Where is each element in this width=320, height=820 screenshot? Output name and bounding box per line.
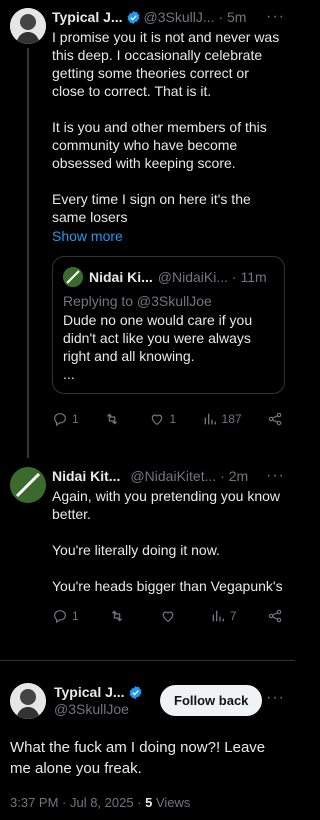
share-button[interactable] <box>267 411 283 427</box>
author-name[interactable]: Nidai Kit... <box>52 468 120 484</box>
dot-separator: · <box>216 468 229 484</box>
thread-line <box>27 48 29 458</box>
retweet-button[interactable] <box>104 411 124 427</box>
share-icon <box>268 412 282 426</box>
like-button[interactable] <box>160 608 180 624</box>
like-count: 1 <box>169 412 177 426</box>
reply-icon <box>54 610 66 624</box>
follow-back-button[interactable]: Follow back <box>160 685 263 716</box>
main-post-text: What the fuck am I doing now?! Leave me … <box>10 739 266 777</box>
tweet-1[interactable]: Typical J... @3SkullJ... · 5m ··· I prom… <box>0 0 295 458</box>
timestamp[interactable]: 5m <box>227 9 246 25</box>
author-name[interactable]: Typical J... <box>52 9 123 25</box>
more-icon[interactable]: ··· <box>266 8 285 26</box>
tweet-header: Typical J... @3SkullJ... · 5m <box>52 8 285 26</box>
avatar[interactable] <box>10 8 46 44</box>
quote-avatar <box>63 267 83 287</box>
quote-author-name: Nidai Ki... <box>89 269 153 285</box>
main-post-header: Typical J... @3SkullJoe Follow back ··· <box>10 681 285 721</box>
reply-icon <box>54 413 66 427</box>
reply-count: 1 <box>72 609 79 623</box>
share-icon <box>268 609 282 623</box>
views-label: Views <box>155 795 191 810</box>
author-name[interactable]: Typical J... <box>54 684 125 701</box>
post-meta: 3:37 PM · Jul 8, 2025 · 5 Views <box>10 795 285 810</box>
tweet-header: Nidai Kit... @NidaiKitet... · 2m <box>52 467 285 485</box>
author-handle[interactable]: @NidaiKitet... <box>130 468 216 484</box>
views-count: 7 <box>229 609 237 623</box>
like-icon <box>162 611 173 623</box>
avatar[interactable] <box>10 467 46 503</box>
views-icon <box>204 413 216 425</box>
quote-header: Nidai Ki... @NidaiKi... · 11m <box>63 267 274 287</box>
retweet-icon <box>106 413 118 425</box>
reply-button[interactable]: 1 <box>52 608 79 624</box>
reply-count: 1 <box>72 412 79 426</box>
tweet-2[interactable]: Nidai Kit... @NidaiKitet... · 2m ··· Aga… <box>0 455 295 660</box>
verified-icon <box>129 685 141 700</box>
dot-separator: · <box>214 9 228 25</box>
author-handle[interactable]: @3SkullJoe <box>54 701 146 718</box>
views-button[interactable]: 187 <box>202 411 242 427</box>
author-handle[interactable]: @3SkullJ... <box>144 9 215 25</box>
share-button[interactable] <box>267 608 283 624</box>
verified-icon <box>127 10 139 24</box>
tweet-text: I promise you it is not and never was th… <box>52 29 280 225</box>
quoted-tweet[interactable]: Nidai Ki... @NidaiKi... · 11m Replying t… <box>52 256 285 394</box>
author-block: Typical J... @3SkullJoe <box>54 684 146 718</box>
quote-author-handle: @NidaiKi... <box>157 269 229 285</box>
action-bar: 1 1 187 <box>52 408 285 430</box>
post-timestamp[interactable]: 3:37 PM · Jul 8, 2025 · <box>10 795 145 810</box>
quote-text: Dude no one would care if you didn't act… <box>63 312 253 382</box>
more-icon[interactable]: ··· <box>266 467 285 485</box>
like-icon <box>152 414 163 426</box>
show-more-link[interactable]: Show more <box>52 228 285 244</box>
views-count: 187 <box>221 412 242 426</box>
tweet-text: Again, with you pretending you know bett… <box>52 488 283 594</box>
dot-separator: · <box>228 269 241 285</box>
reply-button[interactable]: 1 <box>52 411 79 427</box>
views-icon <box>212 610 224 622</box>
quote-timestamp: 11m <box>240 269 267 285</box>
like-button[interactable]: 1 <box>149 411 176 427</box>
action-bar: 1 7 <box>52 605 285 627</box>
views-button[interactable]: 7 <box>210 608 237 624</box>
replying-to: Replying to @3SkullJoe <box>63 293 212 309</box>
main-post: Typical J... @3SkullJoe Follow back ··· … <box>0 661 295 820</box>
timestamp[interactable]: 2m <box>229 468 248 484</box>
views-count: 5 <box>145 795 153 810</box>
retweet-button[interactable] <box>109 608 129 624</box>
retweet-icon <box>112 610 123 622</box>
avatar[interactable] <box>10 683 46 719</box>
more-icon[interactable]: ··· <box>266 689 285 707</box>
